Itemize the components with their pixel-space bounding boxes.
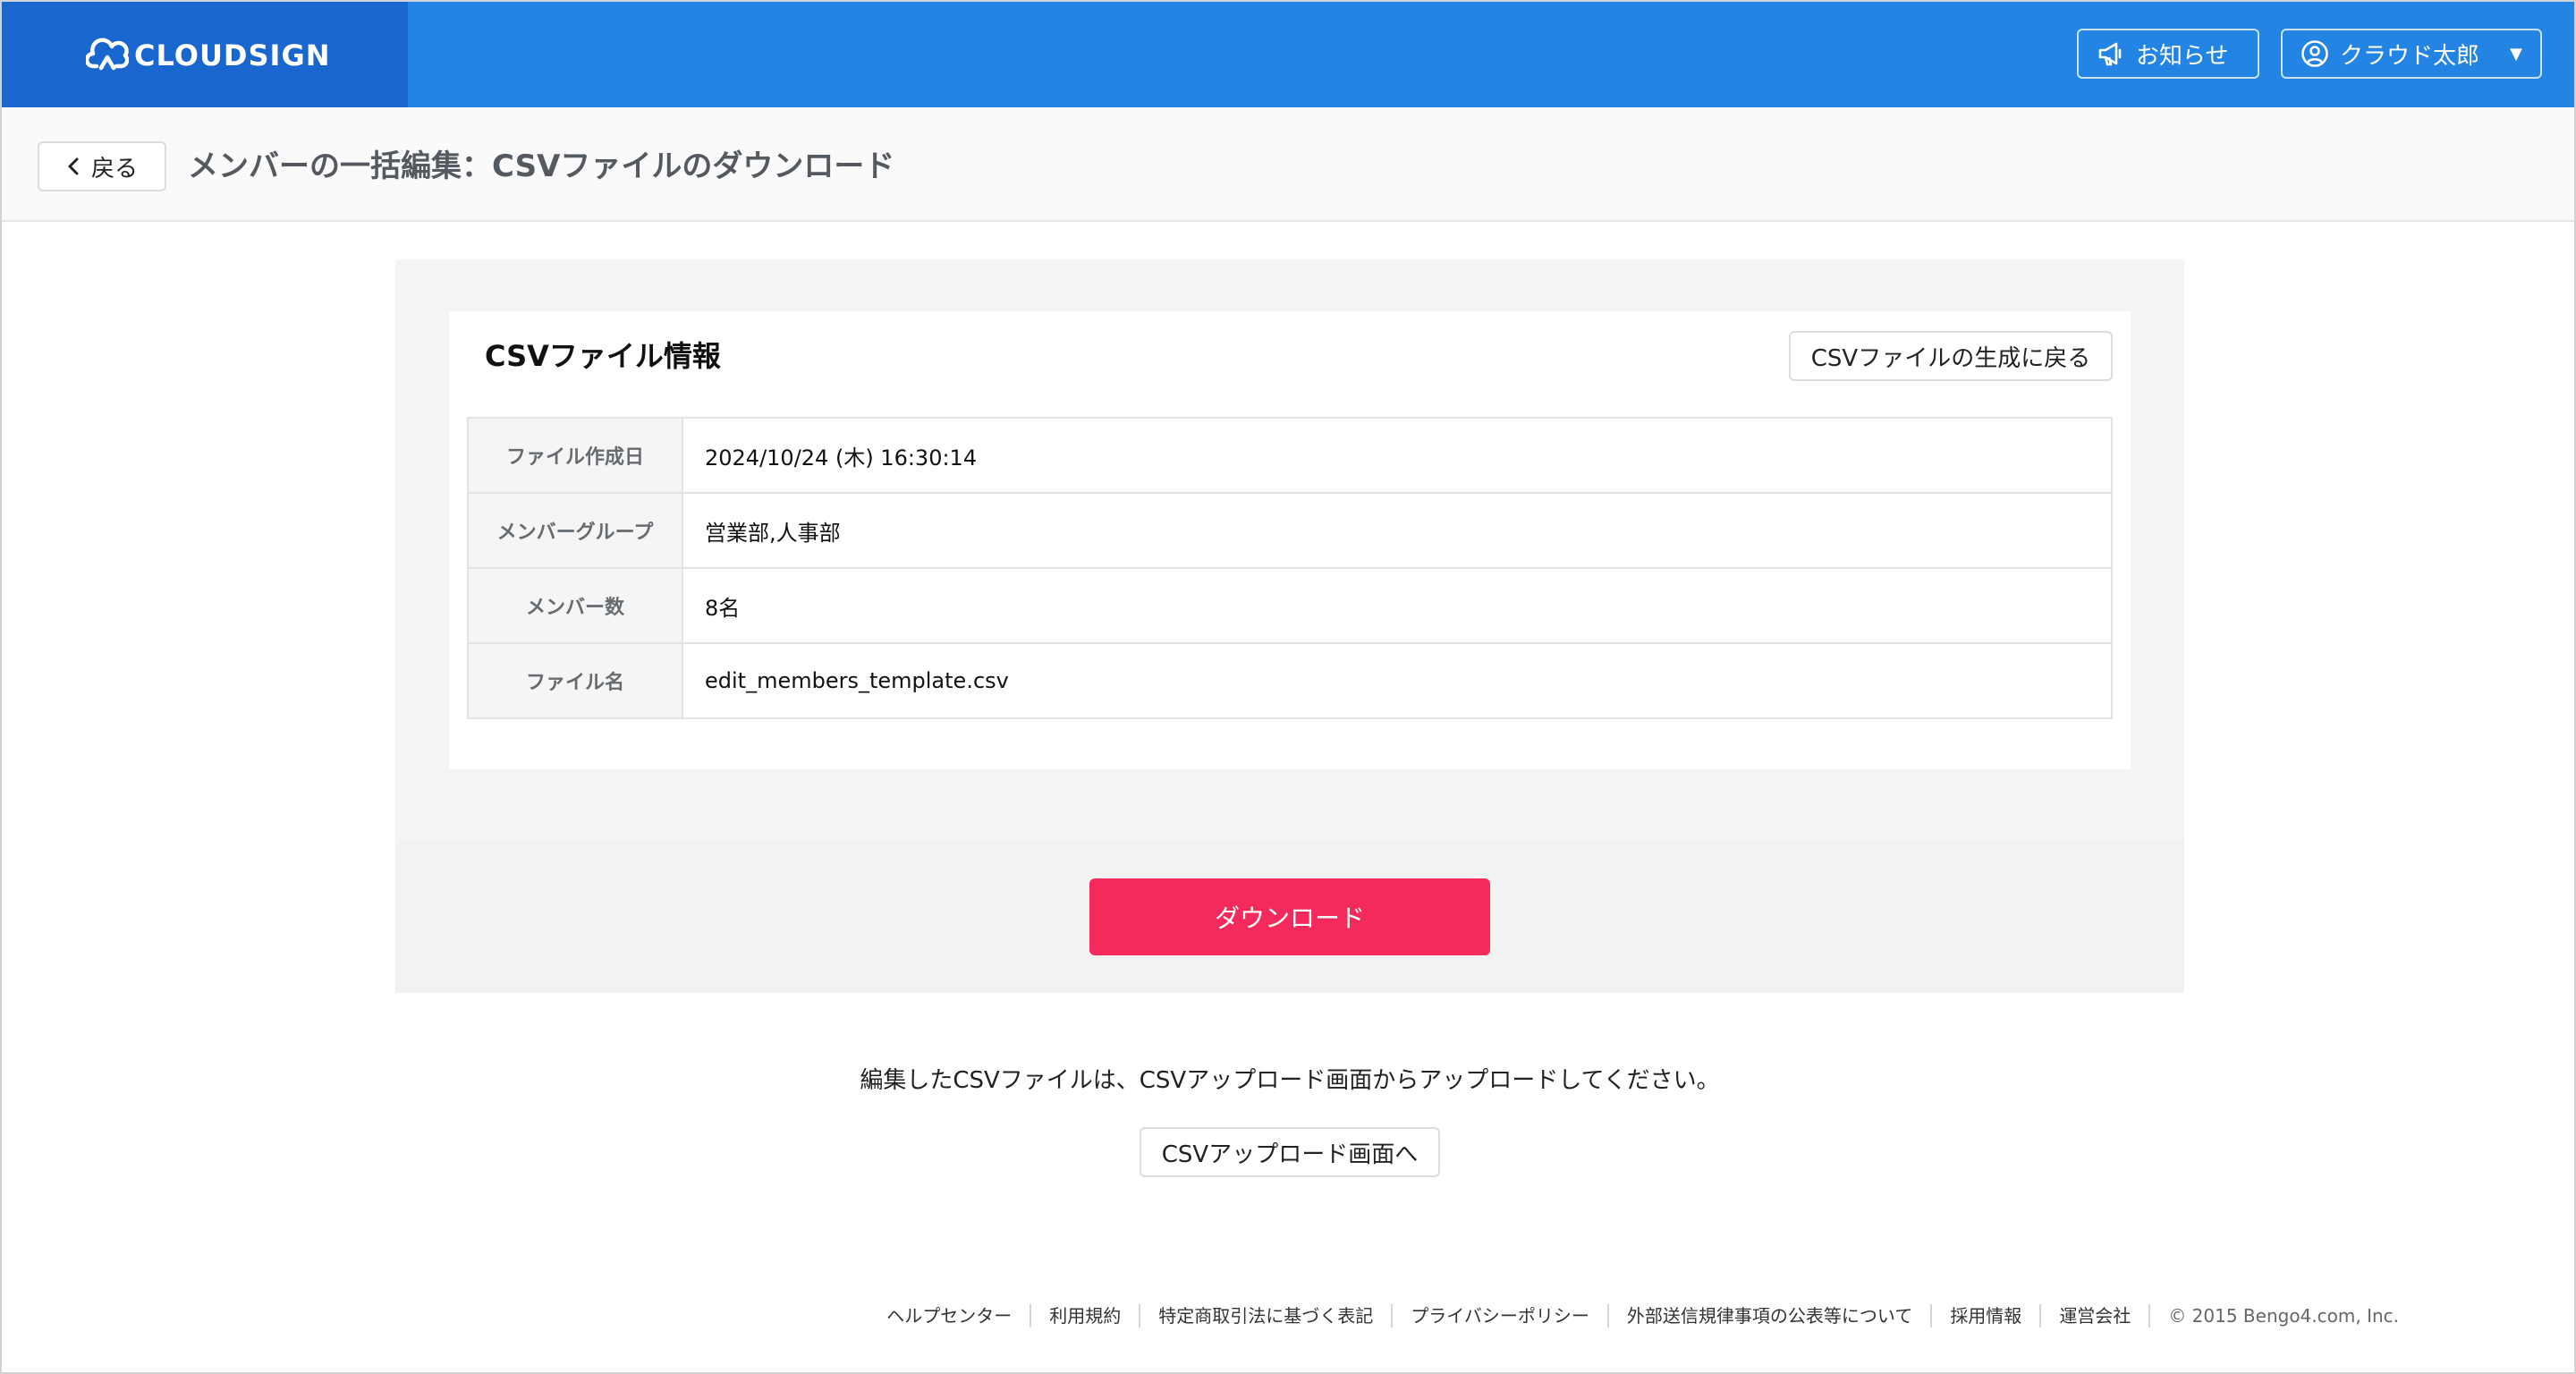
go-to-upload-button[interactable]: CSVアップロード画面へ	[1140, 1127, 1440, 1177]
table-row: メンバーグループ 営業部,人事部	[467, 492, 2113, 569]
footer-link-external-transmission[interactable]: 外部送信規律事項の公表等について	[1609, 1304, 1933, 1327]
subheader: 戻る メンバーの一括編集：CSVファイルのダウンロード	[2, 107, 2574, 222]
row-key: ファイル名	[467, 642, 683, 719]
table-row: メンバー数 8名	[467, 567, 2113, 644]
footer-link-company[interactable]: 運営会社	[2041, 1304, 2151, 1327]
footer-link-commerce-law[interactable]: 特定商取引法に基づく表記	[1140, 1304, 1394, 1327]
footer-link-terms[interactable]: 利用規約	[1031, 1304, 1141, 1327]
cloud-logo-icon	[86, 38, 129, 71]
back-label: 戻る	[90, 155, 138, 182]
top-header: CLOUDSIGN お知らせ クラウド太郎 ▼	[2, 2, 2574, 107]
notice-button[interactable]: お知らせ	[2077, 29, 2259, 79]
page-title: メンバーの一括編集：CSVファイルのダウンロード	[188, 148, 895, 184]
footer-link-careers[interactable]: 採用情報	[1932, 1304, 2042, 1327]
table-row: ファイル名 edit_members_template.csv	[467, 642, 2113, 719]
row-key: メンバーグループ	[467, 492, 683, 569]
upload-note: 編集したCSVファイルは、CSVアップロード画面からアップロードしてください。	[860, 1067, 1720, 1094]
user-circle-icon	[2301, 38, 2331, 69]
chevron-left-icon	[68, 157, 79, 175]
user-menu-button[interactable]: クラウド太郎 ▼	[2281, 29, 2542, 79]
row-value: edit_members_template.csv	[682, 642, 2113, 719]
footer: ヘルプセンター 利用規約 特定商取引法に基づく表記 プライバシーポリシー 外部送…	[2, 1304, 2399, 1327]
row-key: メンバー数	[467, 567, 683, 644]
row-value: 8名	[682, 567, 2113, 644]
row-value: 営業部,人事部	[682, 492, 2113, 569]
megaphone-icon	[2097, 38, 2127, 69]
row-value: 2024/10/24 (木) 16:30:14	[682, 417, 2113, 494]
csv-info-table: ファイル作成日 2024/10/24 (木) 16:30:14 メンバーグループ…	[467, 417, 2113, 719]
back-button[interactable]: 戻る	[38, 141, 166, 191]
user-name: クラウド太郎	[2340, 42, 2480, 70]
logo-text: CLOUDSIGN	[134, 38, 331, 72]
back-to-generate-button[interactable]: CSVファイルの生成に戻る	[1789, 331, 2113, 381]
footer-link-help[interactable]: ヘルプセンター	[869, 1304, 1032, 1327]
row-key: ファイル作成日	[467, 417, 683, 494]
notice-label: お知らせ	[2136, 42, 2229, 70]
app-window: CLOUDSIGN お知らせ クラウド太郎 ▼ 戻る メンバーの一括編集：CSV…	[0, 0, 2576, 1374]
logo-area[interactable]: CLOUDSIGN	[2, 2, 408, 107]
caret-down-icon: ▼	[2510, 44, 2522, 64]
copyright: © 2015 Bengo4.com, Inc.	[2168, 1305, 2399, 1327]
table-row: ファイル作成日 2024/10/24 (木) 16:30:14	[467, 417, 2113, 494]
download-button[interactable]: ダウンロード	[1089, 878, 1490, 955]
footer-link-privacy[interactable]: プライバシーポリシー	[1393, 1304, 1609, 1327]
card-title: CSVファイル情報	[485, 339, 721, 373]
